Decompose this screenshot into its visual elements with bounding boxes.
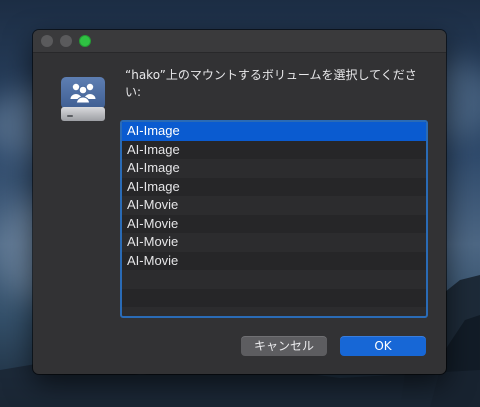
- volume-list-item[interactable]: AI-Movie: [122, 214, 426, 233]
- volume-list-item[interactable]: AI-Image: [122, 140, 426, 159]
- empty-list-row: [122, 288, 426, 307]
- volume-list[interactable]: AI-Image AI-Image AI-Image AI-Image AI-M…: [120, 120, 428, 318]
- close-button[interactable]: [41, 35, 53, 47]
- zoom-button[interactable]: [79, 35, 91, 47]
- ok-button[interactable]: OK: [340, 336, 426, 356]
- volume-list-item[interactable]: AI-Movie: [122, 196, 426, 215]
- cancel-button[interactable]: キャンセル: [241, 336, 327, 356]
- network-drive-icon: [59, 75, 107, 127]
- volume-list-item[interactable]: AI-Movie: [122, 233, 426, 252]
- minimize-button[interactable]: [60, 35, 72, 47]
- empty-list-row: [122, 270, 426, 289]
- mount-volume-dialog: “hako”上のマウントするボリュームを選択してください: AI-Image A…: [33, 30, 446, 374]
- volume-list-item[interactable]: AI-Image: [122, 177, 426, 196]
- volume-list-item[interactable]: AI-Image: [122, 122, 426, 141]
- volume-list-item[interactable]: AI-Image: [122, 159, 426, 178]
- volume-list-item[interactable]: AI-Movie: [122, 251, 426, 270]
- title-bar: [33, 30, 446, 53]
- dialog-message: “hako”上のマウントするボリュームを選択してください:: [125, 68, 417, 99]
